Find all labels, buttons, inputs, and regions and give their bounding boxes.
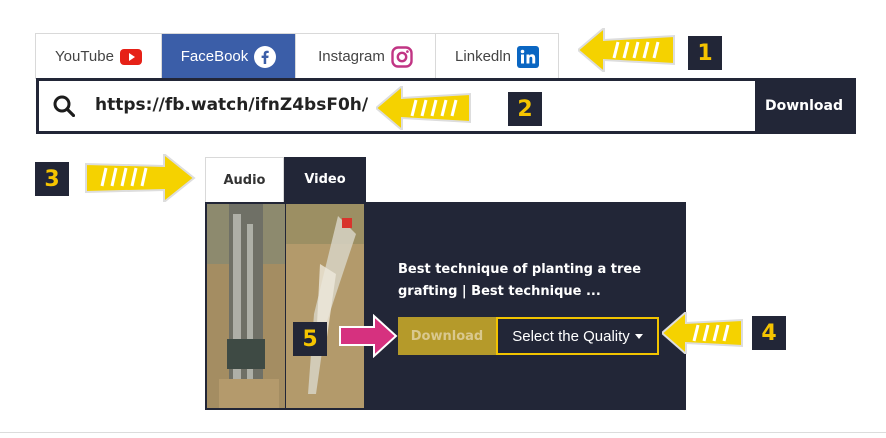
tab-video[interactable]: Video: [284, 157, 366, 202]
video-thumbnail: [207, 204, 285, 408]
instagram-icon: [391, 45, 413, 68]
tab-facebook-label: FaceBook: [180, 48, 249, 65]
video-download-button[interactable]: Download: [398, 317, 496, 355]
arrow-annotation-1: [578, 28, 675, 72]
tab-linkedin-label: Linkedln: [455, 48, 511, 65]
annotation-badge-4: 4: [752, 316, 786, 350]
tab-instagram[interactable]: Instagram: [296, 34, 436, 79]
arrow-annotation-5: [339, 314, 398, 358]
annotation-badge-2: 2: [508, 92, 542, 126]
video-title: Best technique of planting a tree grafti…: [398, 262, 642, 299]
tab-facebook[interactable]: FaceBook: [162, 34, 296, 79]
tab-youtube[interactable]: YouTube: [36, 34, 162, 79]
url-input[interactable]: https://fb.watch/ifnZ4bsF0h/: [95, 95, 368, 115]
divider: [0, 432, 886, 433]
tab-youtube-label: YouTube: [55, 48, 114, 65]
video-result-card: Best technique of planting a tree grafti…: [205, 202, 686, 410]
video-thumbnail-2: [286, 204, 364, 408]
youtube-icon: [119, 48, 142, 65]
search-icon: [53, 95, 75, 117]
arrow-annotation-4: [662, 312, 743, 354]
facebook-icon: [254, 45, 277, 68]
tab-instagram-label: Instagram: [318, 48, 385, 65]
caret-down-icon: [634, 333, 643, 339]
download-button[interactable]: Download: [755, 81, 853, 131]
annotation-badge-3: 3: [35, 162, 69, 196]
tab-audio[interactable]: Audio: [205, 157, 284, 202]
platform-tabs: YouTube FaceBook Instagram Linkedln: [35, 33, 559, 79]
quality-select[interactable]: Select the Quality: [496, 317, 659, 355]
annotation-badge-5: 5: [293, 322, 327, 356]
linkedin-icon: [516, 45, 539, 68]
arrow-annotation-2: [376, 86, 471, 130]
tab-linkedin[interactable]: Linkedln: [436, 34, 558, 79]
annotation-badge-1: 1: [688, 36, 722, 70]
arrow-annotation-3: [85, 154, 196, 202]
quality-select-label: Select the Quality: [512, 327, 630, 345]
